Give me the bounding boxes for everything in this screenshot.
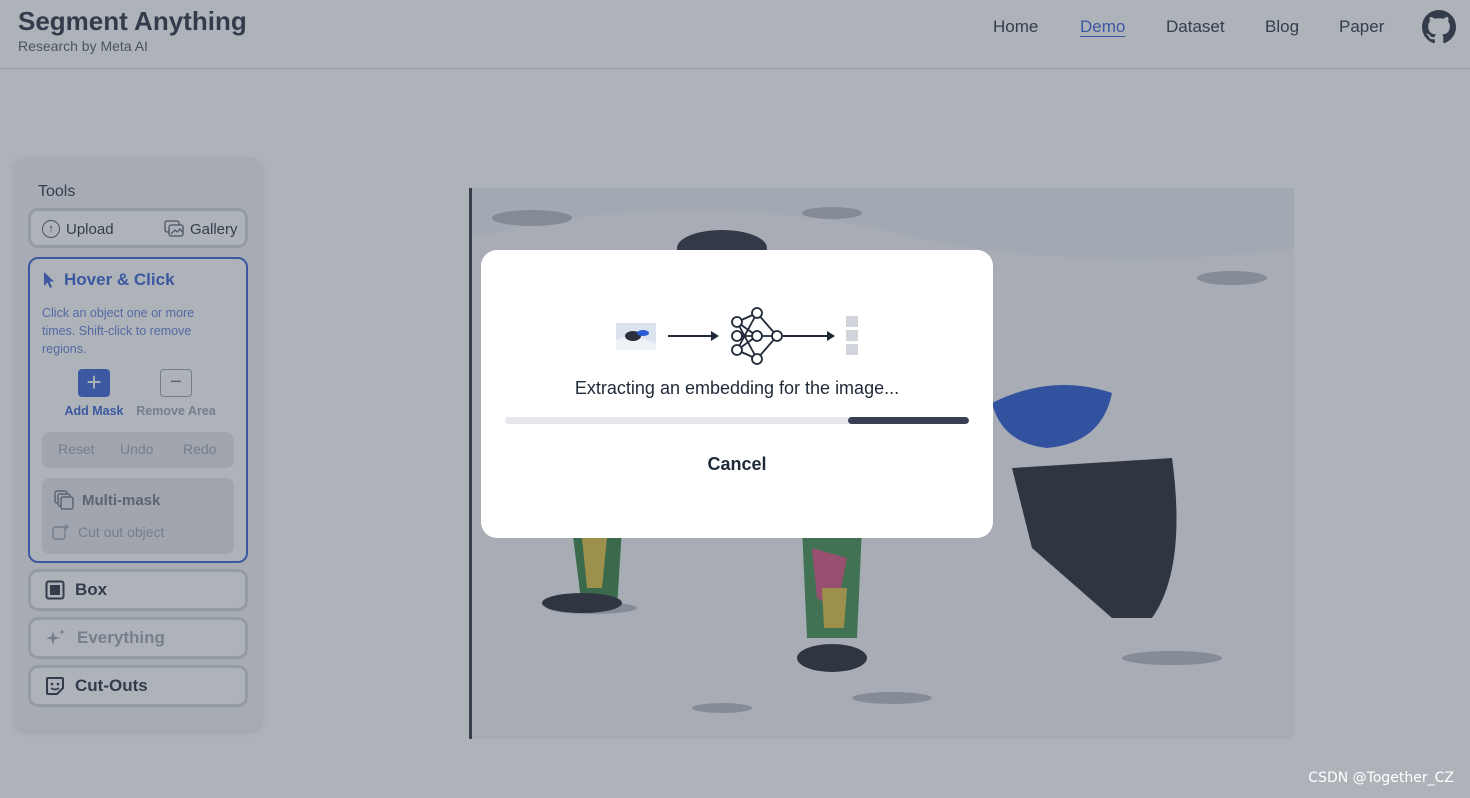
progress-fill	[848, 417, 969, 424]
image-thumbnail-icon	[616, 323, 656, 350]
cancel-button[interactable]: Cancel	[687, 454, 787, 475]
arrow-icon	[668, 331, 719, 341]
arrow-icon	[783, 331, 835, 341]
embedding-diagram	[616, 307, 858, 365]
progress-bar	[505, 417, 969, 424]
embedding-vector-icon	[846, 316, 858, 355]
watermark: CSDN @Together_CZ	[1308, 770, 1454, 786]
modal-message: Extracting an embedding for the image...	[574, 378, 900, 398]
neural-network-icon	[731, 307, 783, 365]
embedding-modal: Extracting an embedding for the image...…	[481, 250, 993, 538]
